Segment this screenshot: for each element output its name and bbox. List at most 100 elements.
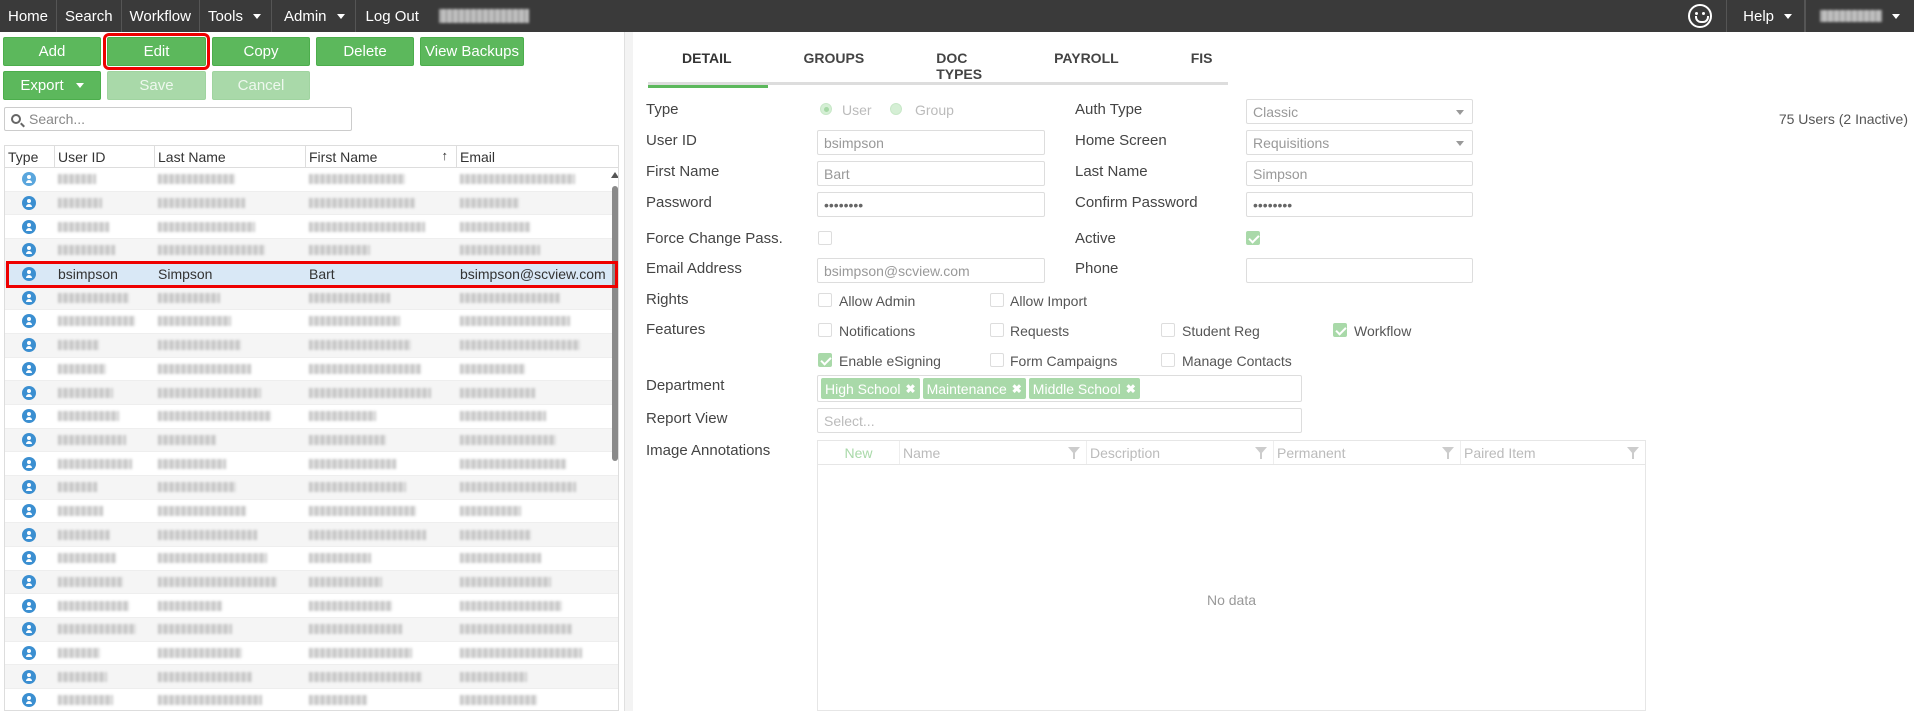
tab-groups[interactable]: GROUPS	[768, 40, 901, 85]
confirm-password-field[interactable]: ••••••••	[1246, 192, 1473, 217]
col-last-name[interactable]: Last Name	[155, 146, 306, 167]
home-screen-select[interactable]: Requisitions	[1246, 130, 1473, 155]
delete-button[interactable]: Delete	[316, 37, 414, 66]
chevron-down-icon	[1456, 110, 1464, 115]
view-backups-button[interactable]: View Backups	[420, 37, 524, 66]
nav-help[interactable]: Help	[1726, 0, 1805, 32]
table-row[interactable]	[5, 618, 618, 642]
tab-doc-types[interactable]: DOC TYPES	[900, 40, 1018, 85]
table-row[interactable]	[5, 310, 618, 334]
last-name-field[interactable]: Simpson	[1246, 161, 1473, 186]
table-row[interactable]	[5, 191, 618, 216]
type-cell	[5, 405, 55, 428]
first-name-field[interactable]: Bart	[817, 161, 1045, 186]
nav-tools[interactable]: Tools	[200, 0, 272, 32]
remove-tag-icon[interactable]: ✖	[906, 382, 916, 396]
last-name-cell	[155, 192, 306, 215]
filter-icon[interactable]	[1068, 447, 1080, 459]
col-email[interactable]: Email	[457, 146, 608, 167]
table-row[interactable]	[5, 239, 618, 263]
table-row[interactable]	[5, 452, 618, 476]
feedback-smiley-icon[interactable]	[1688, 4, 1713, 28]
manage-contacts-checkbox[interactable]	[1161, 353, 1175, 367]
copy-button[interactable]: Copy	[212, 37, 310, 66]
table-row[interactable]	[5, 642, 618, 666]
table-row[interactable]	[5, 286, 618, 311]
table-row[interactable]	[5, 381, 618, 405]
table-row[interactable]	[5, 689, 618, 710]
tab-detail[interactable]: DETAIL	[648, 40, 768, 88]
redacted-text	[309, 198, 415, 209]
table-row[interactable]	[5, 358, 618, 382]
table-row[interactable]	[5, 333, 618, 358]
allow-admin-checkbox[interactable]	[818, 293, 832, 307]
table-row[interactable]	[5, 215, 618, 240]
active-checkbox[interactable]	[1246, 231, 1260, 245]
remove-tag-icon[interactable]: ✖	[1126, 382, 1136, 396]
table-row[interactable]	[5, 500, 618, 524]
table-row[interactable]	[5, 428, 618, 453]
nav-home[interactable]: Home	[0, 0, 58, 32]
email-field[interactable]: bsimpson@scview.com	[817, 258, 1045, 283]
email-cell	[457, 239, 608, 262]
nav-search[interactable]: Search	[57, 0, 122, 32]
col-paired-item[interactable]: Paired Item	[1461, 441, 1645, 464]
requests-checkbox[interactable]	[990, 323, 1004, 337]
col-first-name[interactable]: First Name ↑	[306, 146, 457, 167]
scrollbar-thumb[interactable]	[612, 186, 618, 461]
grid-scrollbar[interactable]	[611, 168, 618, 468]
report-view-select[interactable]: Select...	[817, 408, 1302, 433]
remove-tag-icon[interactable]: ✖	[1012, 382, 1022, 396]
notifications-checkbox[interactable]	[818, 323, 832, 337]
search-icon	[11, 114, 21, 124]
export-button[interactable]: Export	[3, 71, 101, 100]
form-campaigns-checkbox[interactable]	[990, 353, 1004, 367]
new-annotation-button[interactable]: New	[818, 441, 900, 464]
table-row[interactable]	[5, 594, 618, 619]
col-type[interactable]: Type	[5, 146, 55, 167]
nav-user-menu[interactable]	[1805, 0, 1914, 32]
user-id-field[interactable]: bsimpson	[817, 130, 1045, 155]
cancel-button[interactable]: Cancel	[212, 71, 310, 100]
edit-button[interactable]: Edit	[103, 33, 210, 70]
tab-fis[interactable]: FIS	[1155, 40, 1249, 85]
col-user-id[interactable]: User ID	[55, 146, 155, 167]
student-reg-checkbox[interactable]	[1161, 323, 1175, 337]
redacted-text	[158, 505, 247, 516]
table-row[interactable]	[5, 168, 618, 192]
enable-esigning-checkbox[interactable]	[818, 353, 832, 367]
department-multiselect[interactable]: High School ✖ Maintenance ✖ Middle School ✖	[817, 375, 1302, 402]
table-row[interactable]	[5, 570, 618, 595]
save-button[interactable]: Save	[107, 71, 206, 100]
nav-logout[interactable]: Log Out	[356, 0, 427, 32]
detail-tabs: DETAIL GROUPS DOC TYPES PAYROLL FIS	[648, 40, 1228, 88]
type-group-radio[interactable]	[890, 103, 902, 115]
email-cell	[457, 523, 608, 546]
workflow-checkbox[interactable]	[1333, 323, 1347, 337]
force-change-checkbox[interactable]	[818, 231, 832, 245]
search-input[interactable]: Search...	[4, 107, 352, 131]
filter-icon[interactable]	[1442, 447, 1454, 459]
col-permanent[interactable]: Permanent	[1274, 441, 1461, 464]
tab-payroll[interactable]: PAYROLL	[1018, 40, 1155, 85]
filter-icon[interactable]	[1255, 447, 1267, 459]
allow-import-checkbox[interactable]	[990, 293, 1004, 307]
col-name[interactable]: Name	[900, 441, 1087, 464]
table-row[interactable]	[5, 405, 618, 429]
scroll-up-icon[interactable]	[611, 172, 618, 178]
type-user-radio[interactable]	[820, 103, 832, 115]
table-row[interactable]	[5, 523, 618, 547]
add-button[interactable]: Add	[3, 37, 101, 66]
password-field[interactable]: ••••••••	[817, 192, 1045, 217]
filter-icon[interactable]	[1627, 447, 1639, 459]
panel-splitter[interactable]	[625, 32, 633, 711]
table-row[interactable]	[5, 665, 618, 690]
table-row[interactable]	[5, 547, 618, 571]
nav-admin[interactable]: Admin	[272, 0, 356, 32]
phone-field[interactable]	[1246, 258, 1473, 283]
user-id-cell	[55, 642, 155, 665]
table-row[interactable]	[5, 475, 618, 500]
auth-type-select[interactable]: Classic	[1246, 99, 1473, 124]
nav-workflow[interactable]: Workflow	[122, 0, 200, 32]
col-description[interactable]: Description	[1087, 441, 1274, 464]
